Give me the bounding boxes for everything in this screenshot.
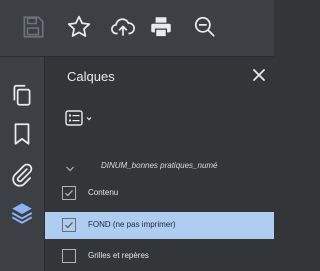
layer-visibility-checkbox[interactable] <box>62 249 76 263</box>
layers-icon[interactable] <box>9 200 35 226</box>
panel-title: Calques <box>67 69 115 84</box>
document-tree-node[interactable]: DINUM_bonnes pratiques_numé <box>45 154 274 180</box>
bookmark-icon[interactable] <box>9 121 35 147</box>
layer-label: Contenu <box>88 188 119 197</box>
upload-cloud-icon[interactable] <box>110 14 136 40</box>
print-icon[interactable] <box>148 14 174 40</box>
layer-label: FOND (ne pas imprimer) <box>88 220 176 229</box>
layer-row-fond[interactable]: FOND (ne pas imprimer) <box>45 212 274 239</box>
layer-row-grilles[interactable]: Grilles et repères <box>45 243 274 270</box>
layer-visibility-checkbox[interactable] <box>62 218 76 232</box>
bookmark-star-icon[interactable] <box>66 14 92 40</box>
left-sidebar <box>0 57 45 271</box>
save-icon[interactable] <box>20 14 46 40</box>
list-options-icon[interactable] <box>65 108 105 128</box>
pages-copy-icon[interactable] <box>9 82 35 108</box>
layer-row-contenu[interactable]: Contenu <box>45 180 274 207</box>
layers-panel: Calques DINUM_bonnes pratiques_numé Cont… <box>45 57 274 271</box>
layer-label: Grilles et repères <box>88 251 149 260</box>
zoom-out-icon[interactable] <box>192 14 218 40</box>
close-icon[interactable] <box>250 66 268 84</box>
chevron-down-icon[interactable] <box>65 161 75 172</box>
attachment-icon[interactable] <box>9 161 35 187</box>
layer-visibility-checkbox[interactable] <box>62 186 76 200</box>
top-toolbar <box>0 0 274 57</box>
document-name: DINUM_bonnes pratiques_numé <box>101 161 218 170</box>
